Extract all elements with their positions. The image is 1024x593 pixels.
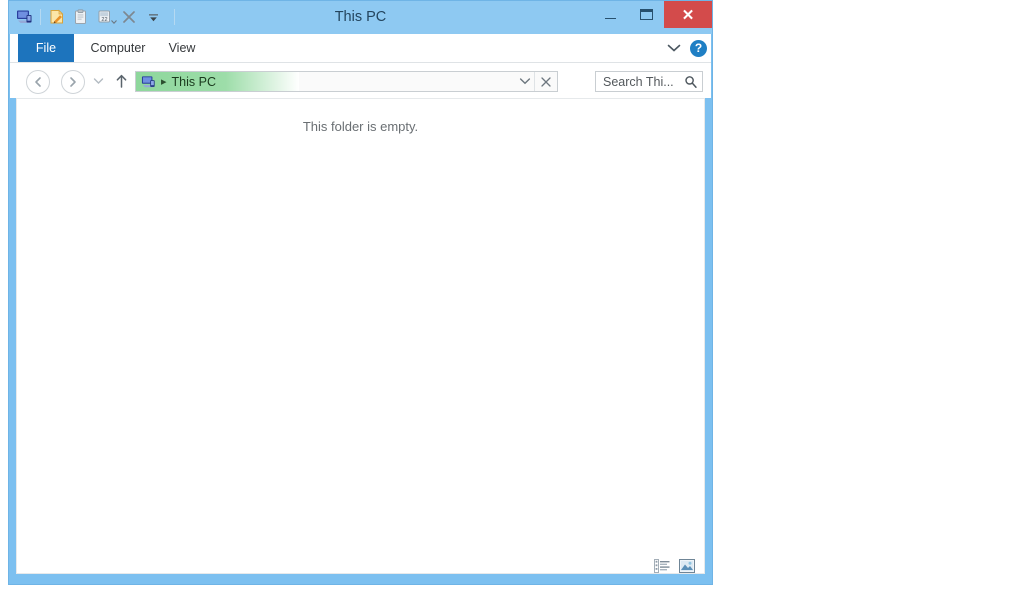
- tab-computer[interactable]: Computer: [82, 34, 154, 62]
- arrow-left-icon: [35, 77, 41, 87]
- chevron-down-icon[interactable]: [665, 39, 683, 57]
- forward-button[interactable]: [61, 70, 85, 94]
- rename-icon[interactable]: 22: [94, 6, 117, 28]
- ribbon-right-controls: ?: [665, 34, 707, 62]
- this-pc-icon[interactable]: [13, 6, 35, 28]
- close-icon: [541, 76, 551, 87]
- properties-icon[interactable]: [46, 6, 68, 28]
- large-icons-view-button[interactable]: [678, 558, 695, 573]
- recent-locations-button[interactable]: [90, 74, 106, 88]
- close-button[interactable]: ✕: [664, 1, 712, 28]
- help-icon[interactable]: ?: [690, 39, 707, 57]
- close-icon: ✕: [681, 6, 695, 24]
- minimize-button[interactable]: [592, 1, 628, 28]
- status-bar: [16, 557, 705, 574]
- paste-icon[interactable]: [70, 6, 92, 28]
- arrow-up-icon: [116, 74, 126, 88]
- breadcrumb: ▸ This PC: [136, 72, 216, 91]
- tab-view[interactable]: View: [158, 34, 206, 62]
- window-controls: ✕: [592, 1, 712, 31]
- delete-icon[interactable]: [118, 6, 140, 28]
- maximize-button[interactable]: [628, 1, 664, 28]
- breadcrumb-separator-icon[interactable]: ▸: [159, 75, 169, 88]
- this-pc-icon[interactable]: [141, 75, 156, 89]
- address-bar[interactable]: ▸ This PC: [135, 71, 558, 92]
- title-bar[interactable]: 22 This PC ✕: [9, 1, 712, 34]
- search-icon[interactable]: [684, 75, 698, 89]
- chevron-down-icon: [519, 78, 531, 85]
- explorer-window: 22 This PC ✕ File Computer View ? ▸ This…: [8, 0, 713, 585]
- maximize-icon: [639, 9, 653, 20]
- up-level-button[interactable]: [111, 71, 131, 91]
- ribbon-tab-bar: File Computer View ?: [10, 34, 711, 63]
- quick-access-toolbar: 22: [13, 4, 178, 30]
- navigation-bar: ▸ This PC Search Thi...: [10, 63, 711, 98]
- stop-refresh-button[interactable]: [534, 72, 557, 91]
- address-dropdown-button[interactable]: [515, 72, 535, 91]
- breadcrumb-item-this-pc[interactable]: This PC: [172, 75, 216, 89]
- empty-folder-message: This folder is empty.: [302, 119, 419, 134]
- customize-dropdown-icon[interactable]: [142, 6, 164, 28]
- qat-separator-end: [174, 9, 175, 25]
- search-input[interactable]: Search Thi...: [603, 75, 684, 89]
- file-list-area[interactable]: This folder is empty.: [16, 98, 705, 574]
- search-box[interactable]: Search Thi...: [595, 71, 703, 92]
- qat-separator: [40, 9, 41, 25]
- minimize-icon: [604, 17, 616, 19]
- back-button[interactable]: [26, 70, 50, 94]
- arrow-right-icon: [70, 77, 76, 87]
- details-view-button[interactable]: [653, 558, 670, 573]
- svg-text:22: 22: [101, 17, 107, 23]
- chevron-down-icon: [93, 78, 103, 84]
- tab-file[interactable]: File: [18, 34, 74, 62]
